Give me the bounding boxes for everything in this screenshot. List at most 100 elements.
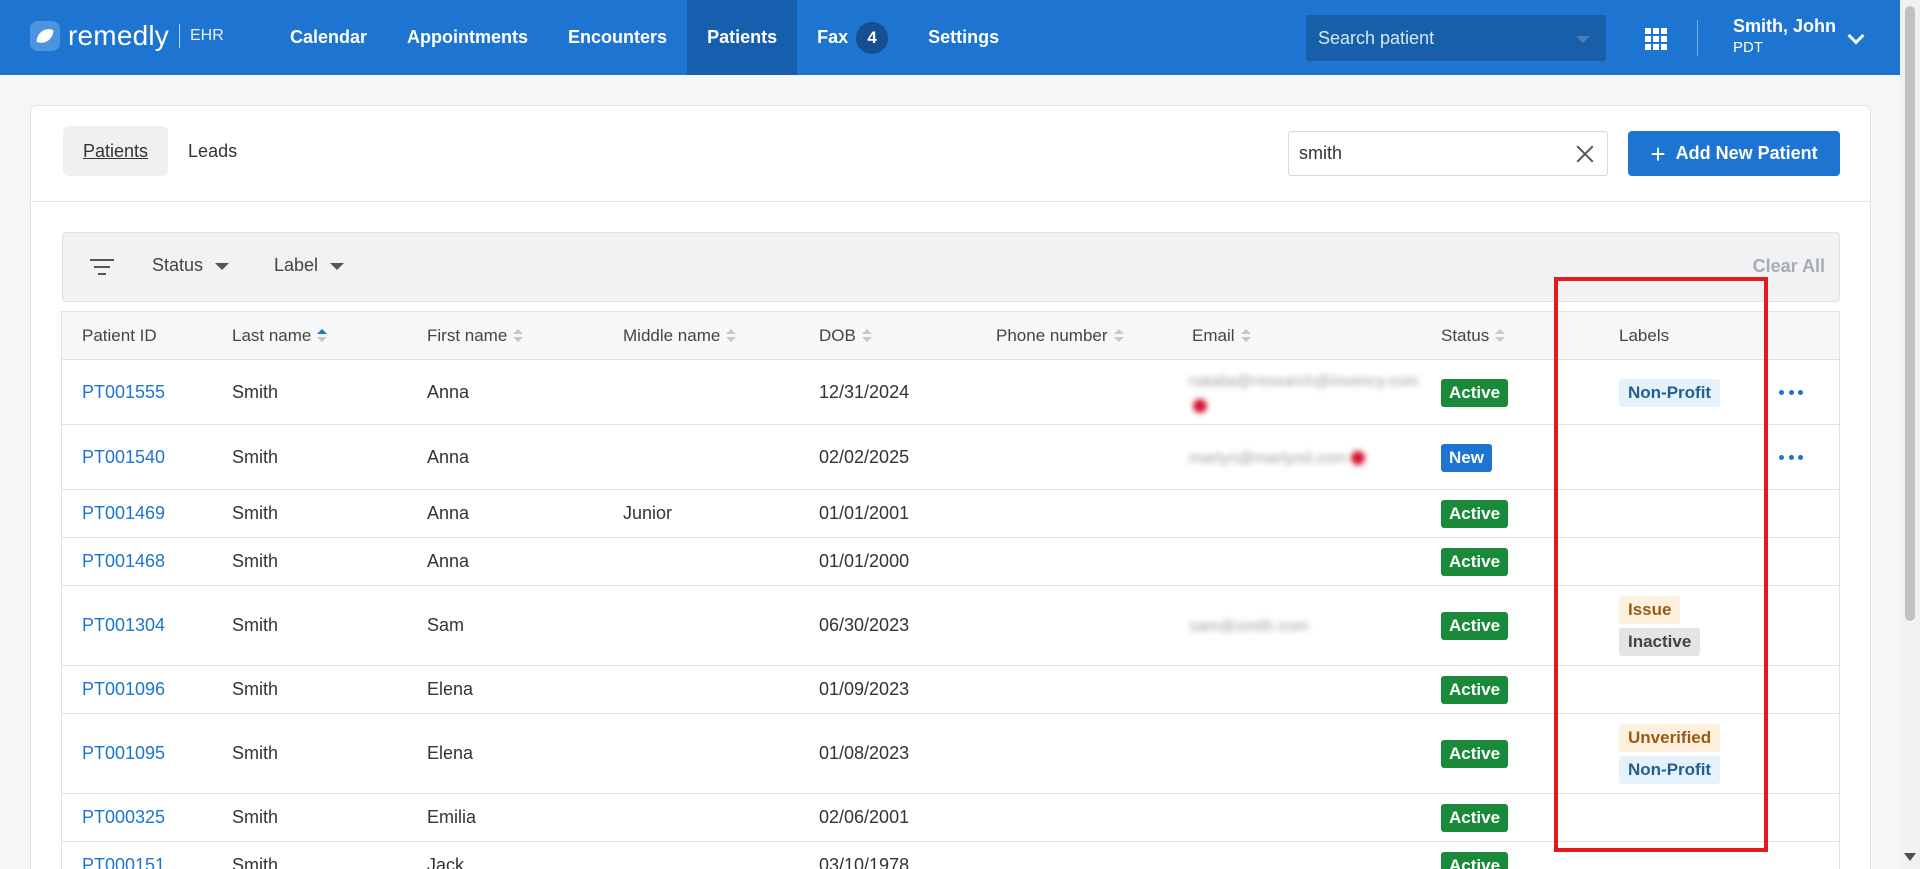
table-row[interactable]: PT001469 Smith Anna Junior 01/01/2001 Active [62, 490, 1839, 538]
more-options-icon[interactable] [1779, 454, 1803, 463]
label-badge: Non-Profit [1619, 756, 1721, 784]
status-filter-dropdown[interactable]: Status [152, 255, 230, 276]
last-name-cell: Smith [232, 679, 279, 699]
chevron-down-icon[interactable] [1847, 27, 1865, 45]
table-row[interactable]: PT000325 Smith Emilia 02/06/2001 Active [62, 794, 1839, 842]
patient-id-link[interactable]: PT001096 [82, 679, 165, 700]
email-warning-dot-icon [1193, 398, 1207, 413]
more-options-icon[interactable] [1779, 389, 1803, 398]
header-email[interactable]: Email [1192, 326, 1251, 346]
first-name-cell: Emilia [427, 807, 477, 827]
status-badge: New [1441, 443, 1492, 472]
nav-patients-label: Patients [707, 27, 778, 47]
caret-down-icon [330, 263, 345, 270]
user-menu[interactable]: Smith, John PDT [1733, 16, 1836, 56]
header-patient-id[interactable]: Patient ID [82, 326, 157, 346]
scrollbar-thumb[interactable] [1905, 6, 1915, 621]
status-badge: Active [1441, 378, 1509, 407]
first-name-cell: Elena [427, 743, 474, 763]
header-first-name[interactable]: First name [427, 326, 524, 346]
user-name: Smith, John [1733, 16, 1836, 36]
sort-asc-icon [317, 329, 328, 343]
header-last-name[interactable]: Last name [232, 326, 328, 346]
email-text: natalia@research@invency.com [1189, 373, 1419, 390]
patient-id-link[interactable]: PT001469 [82, 503, 165, 524]
patient-id-link[interactable]: PT001468 [82, 551, 165, 572]
nav-calendar-label: Calendar [290, 27, 368, 47]
header-dob[interactable]: DOB [819, 326, 872, 346]
middle-name-cell: Junior [623, 503, 673, 523]
status-badge: Active [1441, 740, 1509, 768]
nav-fax[interactable]: Fax 4 [797, 0, 908, 75]
clear-all-button[interactable]: Clear All [1753, 256, 1825, 277]
label-filter-dropdown[interactable]: Label [274, 255, 345, 276]
logo-text: remedly [68, 20, 169, 51]
table-row[interactable]: PT000151 Smith Jack 03/10/1978 Active [62, 842, 1839, 869]
first-name-cell: Jack [427, 855, 465, 869]
last-name-cell: Smith [232, 855, 279, 869]
sort-icon [1113, 329, 1124, 343]
main-nav: Calendar Appointments Encounters Patient… [270, 0, 1019, 75]
table-row[interactable]: PT001095 Smith Elena 01/08/2023 Active Unveri… [62, 714, 1839, 794]
add-new-patient-label: Add New Patient [1675, 143, 1818, 163]
patient-tabs: Patients Leads [63, 126, 257, 176]
table-row[interactable]: PT001096 Smith Elena 01/09/2023 Active [62, 666, 1839, 714]
nav-encounters[interactable]: Encounters [548, 0, 687, 75]
status-badge: Active [1441, 548, 1509, 576]
label-badge: Issue [1619, 596, 1681, 624]
nav-encounters-label: Encounters [568, 27, 668, 47]
table-row[interactable]: PT001540 Smith Anna 02/02/2025 martyn@martyn… [62, 425, 1839, 490]
nav-patients[interactable]: Patients [687, 0, 798, 75]
header-phone[interactable]: Phone number [996, 326, 1124, 346]
tab-leads[interactable]: Leads [168, 126, 257, 176]
patient-search-input[interactable] [1299, 143, 1559, 164]
last-name-cell: Smith [232, 381, 279, 402]
patient-id-link[interactable]: PT000151 [82, 855, 165, 869]
add-new-patient-button[interactable]: + Add New Patient [1628, 131, 1840, 176]
dob-cell: 02/02/2025 [819, 446, 910, 467]
patients-table: Patient ID Last name First name Middle n… [61, 311, 1840, 869]
patient-id-link[interactable]: PT001555 [82, 382, 165, 403]
scroll-down-arrow-icon[interactable] [1904, 853, 1916, 861]
label-badge: Unverified [1619, 724, 1721, 752]
search-patient-dropdown[interactable]: Search patient [1306, 15, 1606, 61]
label-badge: Non-Profit [1619, 378, 1721, 407]
filter-icon[interactable] [90, 259, 114, 277]
apps-grid-icon[interactable] [1645, 28, 1667, 50]
patient-id-link[interactable]: PT001095 [82, 743, 165, 764]
logo[interactable]: remedly EHR [30, 20, 224, 52]
email-text: martyn@martynd.com [1189, 449, 1347, 467]
plus-icon: + [1650, 138, 1666, 169]
dob-cell: 01/01/2000 [819, 551, 910, 571]
header-first-name-label: First name [427, 326, 508, 345]
leaf-logo-icon [30, 21, 60, 51]
header-status[interactable]: Status [1441, 326, 1506, 346]
last-name-cell: Smith [232, 503, 279, 523]
patient-id-link[interactable]: PT000325 [82, 807, 165, 828]
email-cell: natalia@research@invency.com [1189, 370, 1434, 418]
clear-search-icon[interactable] [1575, 144, 1595, 164]
first-name-cell: Anna [427, 551, 470, 571]
table-row[interactable]: PT001304 Smith Sam 06/30/2023 sam@smith.com A… [62, 586, 1839, 666]
filter-bar: Status Label Clear All [62, 232, 1840, 302]
first-name-cell: Anna [427, 503, 470, 523]
table-row[interactable]: PT001555 Smith Anna 12/31/2024 natalia@resea… [62, 360, 1839, 425]
table-row[interactable]: PT001468 Smith Anna 01/01/2000 Active [62, 538, 1839, 586]
vertical-scrollbar[interactable] [1900, 0, 1920, 869]
sort-icon [1495, 329, 1506, 343]
email-warning-dot-icon [1350, 451, 1365, 466]
tab-patients[interactable]: Patients [63, 126, 169, 176]
first-name-cell: Anna [427, 446, 470, 467]
sort-icon [513, 329, 524, 343]
nav-calendar[interactable]: Calendar [270, 0, 387, 75]
header-patient-id-label: Patient ID [82, 326, 157, 345]
patient-id-link[interactable]: PT001540 [82, 447, 165, 468]
patient-id-link[interactable]: PT001304 [82, 615, 165, 636]
last-name-cell: Smith [232, 743, 279, 763]
top-navbar: remedly EHR Calendar Appointments Encoun… [0, 0, 1900, 75]
email-cell: martyn@martynd.com [1189, 447, 1434, 471]
nav-appointments-label: Appointments [407, 27, 529, 47]
header-middle-name[interactable]: Middle name [623, 326, 737, 346]
nav-settings[interactable]: Settings [908, 0, 1019, 75]
nav-appointments[interactable]: Appointments [387, 0, 548, 75]
